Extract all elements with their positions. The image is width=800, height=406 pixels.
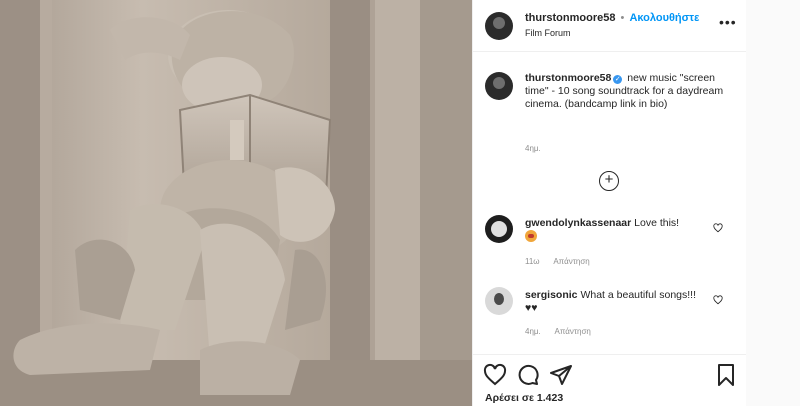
likes-count[interactable]: Αρέσει σε 1.423	[485, 392, 563, 404]
comment-time[interactable]: 4ημ.	[525, 327, 541, 336]
caption-username[interactable]: thurstonmoore58	[525, 72, 611, 84]
plus-circle-icon[interactable]: +	[599, 171, 619, 191]
comment-meta: 11ω Απάντηση	[525, 257, 602, 266]
post-header: thurstonmoore58 • Ακολουθήστε Film Forum…	[473, 0, 747, 52]
comment-icon[interactable]	[516, 363, 540, 387]
comment-body: Love this!	[634, 217, 680, 229]
sculpture-image	[0, 0, 472, 406]
avatar[interactable]	[485, 12, 513, 40]
heart-icon[interactable]	[483, 363, 507, 387]
comment-text-block: gwendolynkassenaar Love this!	[525, 217, 705, 244]
paper-plane-icon[interactable]	[549, 363, 573, 387]
username-link[interactable]: thurstonmoore58	[525, 12, 615, 24]
comment-heart-icon[interactable]	[713, 295, 723, 305]
header-user-line: thurstonmoore58 • Ακολουθήστε	[525, 12, 699, 24]
comment-meta: 4ημ. Απάντηση	[525, 327, 603, 336]
instagram-post: thurstonmoore58 • Ακολουθήστε Film Forum…	[0, 0, 800, 406]
reply-button[interactable]: Απάντηση	[555, 327, 591, 336]
page-background	[746, 0, 800, 406]
location-link[interactable]: Film Forum	[525, 28, 571, 38]
more-options-icon[interactable]: •••	[719, 14, 737, 30]
comment-time[interactable]: 11ω	[525, 257, 540, 266]
verified-badge-icon: ✓	[613, 75, 623, 84]
comment-username[interactable]: gwendolynkassenaar	[525, 217, 631, 229]
bookmark-icon[interactable]	[714, 363, 738, 387]
reply-button[interactable]: Απάντηση	[553, 257, 589, 266]
follow-button[interactable]: Ακολουθήστε	[629, 12, 699, 24]
caption-avatar[interactable]	[485, 72, 513, 100]
comment-username[interactable]: sergisonic	[525, 289, 578, 301]
emoji-icon	[525, 230, 537, 242]
comment-avatar[interactable]	[485, 215, 513, 243]
separator-dot: •	[620, 12, 625, 24]
comment-heart-icon[interactable]	[713, 223, 723, 233]
action-bar: Αρέσει σε 1.423	[473, 354, 747, 406]
comment-text-block: sergisonic What a beautiful songs!!! ♥♥	[525, 289, 705, 315]
caption-text-block: thurstonmoore58 ✓ new music "screen time"…	[525, 72, 731, 111]
post-photo[interactable]	[0, 0, 472, 406]
comment-avatar[interactable]	[485, 287, 513, 315]
post-sidebar: thurstonmoore58 • Ακολουθήστε Film Forum…	[472, 0, 747, 406]
caption-time[interactable]: 4ημ.	[525, 144, 541, 153]
